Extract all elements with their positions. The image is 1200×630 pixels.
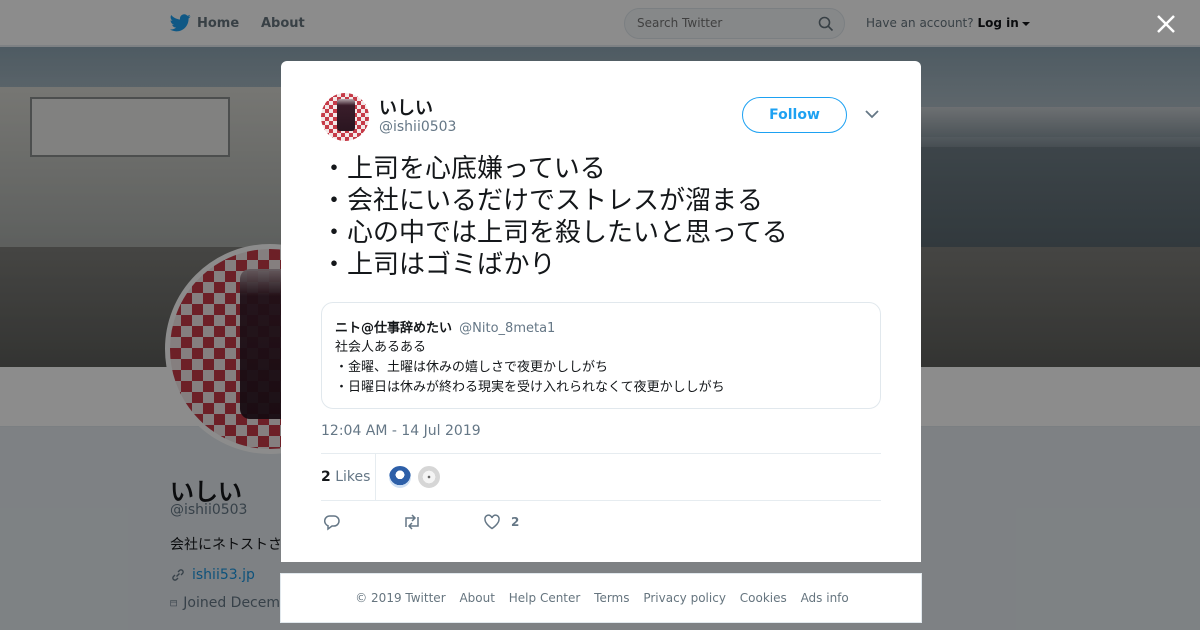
- likes-row: 2 Likes: [321, 453, 881, 501]
- tweet-timestamp[interactable]: 12:04 AM - 14 Jul 2019: [321, 423, 481, 439]
- tweet-text-line: ・心の中では上司を殺したいと思ってる: [321, 218, 788, 248]
- quoted-tweet[interactable]: ニト@仕事辞めたい @Nito_8meta1 社会人あるある ・金曜、土曜は休み…: [321, 302, 881, 409]
- like-count: 2: [511, 515, 520, 529]
- tweet-modal: いしい @ishii0503 Follow ・上司を心底嫌っている ・会社にいる…: [281, 61, 921, 562]
- heart-icon: [484, 514, 500, 530]
- tweet-text-line: ・上司はゴミばかり: [321, 250, 556, 280]
- quoted-tweet-header: ニト@仕事辞めたい @Nito_8meta1: [335, 317, 555, 336]
- quoted-text-line: 社会人あるある: [335, 340, 427, 355]
- likes-count: 2: [321, 469, 331, 485]
- follow-button[interactable]: Follow: [742, 97, 847, 133]
- author-avatar[interactable]: [321, 93, 369, 141]
- liker-avatar[interactable]: [388, 465, 412, 489]
- tweet-text-line: ・会社にいるだけでストレスが溜まる: [321, 186, 764, 216]
- footer-link-cookies[interactable]: Cookies: [740, 591, 787, 605]
- chevron-down-icon[interactable]: [865, 109, 879, 119]
- close-icon[interactable]: [1154, 12, 1178, 36]
- tweet-actions: 2: [321, 513, 621, 533]
- author-handle[interactable]: @ishii0503: [379, 119, 456, 135]
- avatar-glass-shape: [337, 99, 355, 131]
- footer: © 2019 Twitter About Help Center Terms P…: [280, 573, 922, 623]
- footer-link-terms[interactable]: Terms: [594, 591, 629, 605]
- quoted-author-handle: @Nito_8meta1: [459, 321, 556, 336]
- footer-link-help-center[interactable]: Help Center: [509, 591, 581, 605]
- footer-link-ads-info[interactable]: Ads info: [801, 591, 849, 605]
- reply-button[interactable]: [323, 513, 341, 531]
- retweet-button[interactable]: [402, 513, 422, 531]
- footer-links: © 2019 Twitter About Help Center Terms P…: [281, 591, 923, 605]
- quoted-text-line: ・金曜、土曜は休みの嬉しさで夜更かししがち: [335, 360, 609, 375]
- footer-link-privacy[interactable]: Privacy policy: [643, 591, 726, 605]
- tweet-text: ・上司を心底嫌っている ・会社にいるだけでストレスが溜まる ・心の中では上司を殺…: [321, 153, 881, 281]
- tweet-text-line: ・上司を心底嫌っている: [321, 154, 606, 184]
- like-button[interactable]: 2: [483, 513, 519, 531]
- likes-divider: [375, 454, 376, 501]
- liker-avatar[interactable]: [417, 465, 441, 489]
- likes-label: Likes: [335, 469, 371, 485]
- retweet-icon: [405, 514, 419, 530]
- reply-icon: [323, 515, 340, 531]
- footer-link-about[interactable]: About: [459, 591, 494, 605]
- footer-copyright: © 2019 Twitter: [355, 591, 446, 605]
- author-name[interactable]: いしい: [379, 94, 433, 120]
- quoted-author-name: ニト@仕事辞めたい: [335, 321, 453, 336]
- quoted-text-line: ・日曜日は休みが終わる現実を受け入れられなくて夜更かししがち: [335, 380, 725, 395]
- quoted-tweet-text: 社会人あるある ・金曜、土曜は休みの嬉しさで夜更かししがち ・日曜日は休みが終わ…: [335, 338, 725, 398]
- likes-stat[interactable]: 2 Likes: [321, 469, 370, 485]
